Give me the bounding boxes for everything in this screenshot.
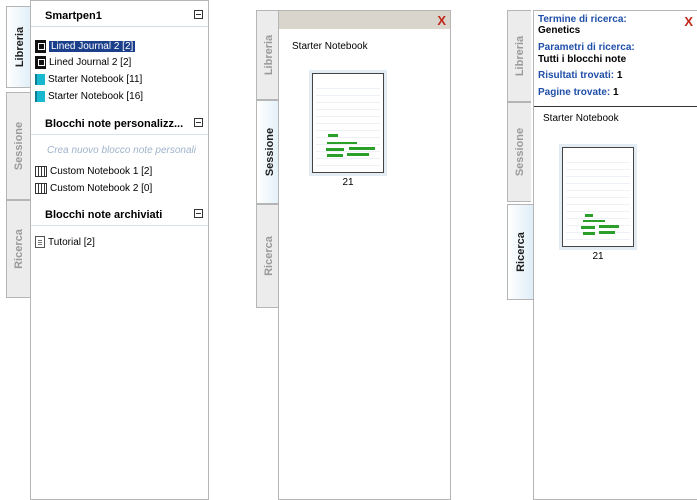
list-item[interactable]: Lined Journal 2 [2]	[35, 55, 131, 70]
library-content: Smartpen1 Lined Journal 2 [2] Lined Jour…	[30, 0, 209, 500]
tab-libreria[interactable]: Libreria	[256, 10, 280, 100]
notebook-title: Starter Notebook	[292, 41, 368, 52]
custom-notebook-icon	[35, 182, 47, 194]
journal-icon	[35, 55, 46, 69]
tab-sessione[interactable]: Sessione	[6, 92, 30, 200]
search-term-value: Genetics	[538, 25, 581, 36]
list-item[interactable]: Custom Notebook 2 [0]	[35, 181, 152, 196]
handwriting-mark	[581, 226, 595, 229]
tab-ricerca[interactable]: Ricerca	[6, 200, 30, 298]
handwriting-mark	[599, 225, 619, 228]
list-item[interactable]: Lined Journal 2 [2]	[35, 39, 136, 54]
tab-libreria[interactable]: Libreria	[6, 6, 32, 88]
page-number: 21	[342, 177, 354, 188]
page-thumbnail[interactable]	[562, 147, 634, 247]
list-item[interactable]: Tutorial [2]	[35, 235, 95, 250]
handwriting-mark	[327, 142, 357, 144]
search-term-label: Termine di ricerca:	[538, 14, 627, 25]
pages-found: Pagine trovate: 1	[538, 87, 619, 98]
close-button[interactable]: X	[684, 14, 693, 29]
collapse-icon[interactable]	[194, 209, 203, 218]
search-params-label: Parametri di ricerca:	[538, 42, 635, 53]
search-params-value: Tutti i blocchi note	[538, 54, 627, 65]
handwriting-mark	[326, 148, 344, 151]
smartpen-section-header[interactable]: Smartpen1	[31, 5, 208, 27]
vertical-tabs: Libreria Sessione Ricerca	[6, 0, 32, 500]
handwriting-mark	[327, 154, 343, 157]
handwriting-mark	[585, 214, 593, 217]
handwriting-mark	[328, 134, 338, 137]
list-item[interactable]: Custom Notebook 1 [2]	[35, 164, 152, 179]
custom-notebook-icon	[35, 165, 47, 177]
custom-notebooks-section-header[interactable]: Blocchi note personalizz...	[31, 113, 208, 135]
session-header-bar	[279, 11, 450, 29]
tab-sessione[interactable]: Sessione	[507, 102, 531, 202]
handwriting-mark	[583, 232, 595, 235]
handwriting-mark	[583, 220, 605, 222]
handwriting-mark	[349, 147, 375, 150]
tab-ricerca[interactable]: Ricerca	[256, 204, 280, 308]
notebook-title: Starter Notebook	[543, 113, 619, 124]
tab-ricerca[interactable]: Ricerca	[507, 204, 533, 300]
handwriting-mark	[347, 153, 369, 156]
results-found: Risultati trovati: 1	[538, 70, 623, 81]
page-number: 21	[592, 251, 604, 262]
collapse-icon[interactable]	[194, 10, 203, 19]
list-item[interactable]: Starter Notebook [16]	[35, 89, 143, 104]
close-button[interactable]: X	[437, 13, 446, 28]
library-panel: Libreria Sessione Ricerca Smartpen1 Line…	[6, 0, 209, 500]
page-thumbnail[interactable]	[312, 73, 384, 173]
tab-libreria[interactable]: Libreria	[507, 10, 531, 102]
page-lines	[566, 156, 630, 240]
notebook-icon	[35, 73, 45, 85]
create-notebook-input[interactable]: Crea nuovo blocco note personali	[47, 143, 196, 158]
handwriting-mark	[599, 231, 615, 234]
archived-section-header[interactable]: Blocchi note archiviati	[31, 204, 208, 226]
search-content: X Termine di ricerca: Genetics Parametri…	[533, 10, 697, 500]
list-item[interactable]: Starter Notebook [11]	[35, 72, 142, 87]
vertical-tabs: Libreria Sessione Ricerca	[507, 10, 533, 500]
document-icon	[35, 236, 45, 249]
journal-icon	[35, 39, 46, 53]
collapse-icon[interactable]	[194, 118, 203, 127]
session-content: X Starter Notebook 21	[278, 10, 451, 500]
session-panel: Libreria Sessione Ricerca X Starter Note…	[256, 10, 451, 500]
notebook-icon	[35, 90, 45, 102]
search-panel: Libreria Sessione Ricerca X Termine di r…	[507, 10, 697, 500]
